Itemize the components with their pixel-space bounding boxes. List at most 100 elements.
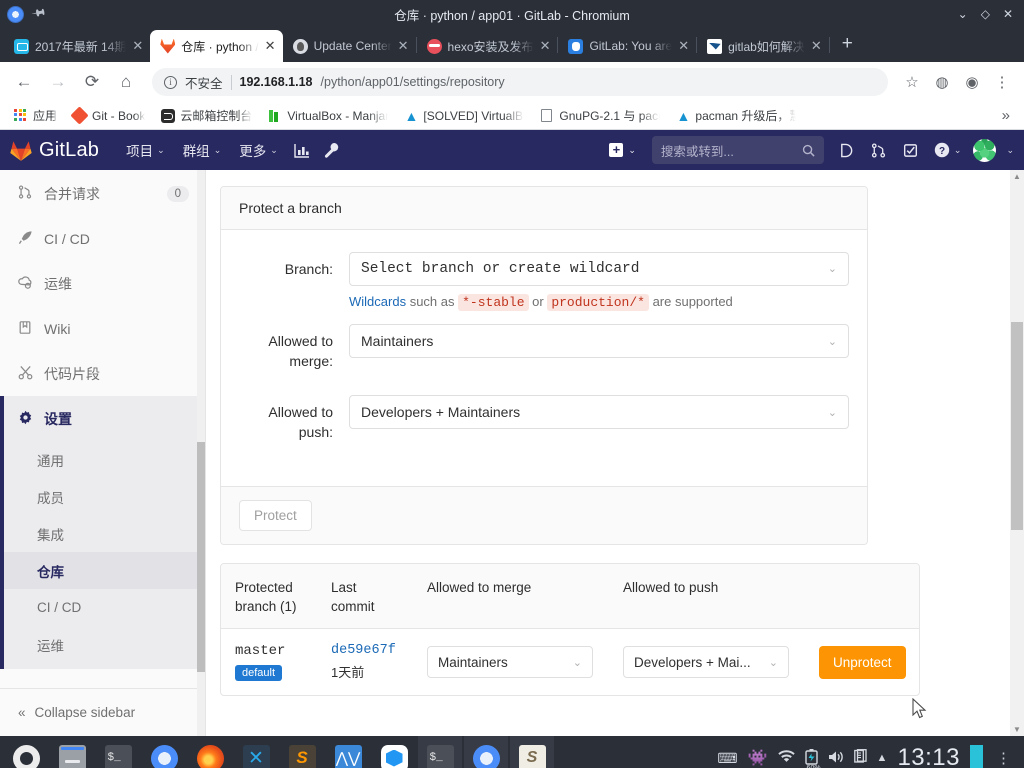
new-tab-button[interactable]: + [830, 33, 865, 58]
site-info-icon[interactable]: i [164, 75, 177, 89]
bookmark-apps[interactable]: 应用 [8, 105, 63, 126]
bookmark-item[interactable]: ▲ [SOLVED] VirtualBo [398, 107, 530, 125]
maximize-button[interactable]: ◇ [981, 8, 990, 20]
sidebar-item-wiki[interactable]: Wiki [0, 306, 205, 351]
pin-icon[interactable]: 🖈 [27, 2, 49, 27]
collapse-sidebar-button[interactable]: « Collapse sidebar [0, 688, 205, 736]
taskbar-chromium[interactable] [142, 736, 186, 768]
tab-close-icon[interactable]: ✕ [811, 38, 822, 54]
tab-close-icon[interactable]: ✕ [132, 38, 143, 54]
home-button[interactable]: ⌂ [112, 68, 140, 96]
gitlab-home-link[interactable]: GitLab [10, 139, 99, 162]
bookmark-item[interactable]: 云邮箱控制台 [155, 105, 258, 126]
bookmarks-overflow-button[interactable]: » [1002, 107, 1016, 124]
allowed-to-merge-select[interactable]: Maintainers ⌄ [349, 324, 849, 358]
battery-icon[interactable]: 60% [804, 748, 821, 768]
close-button[interactable]: ✕ [1003, 8, 1013, 20]
taskbar-sublime[interactable]: S [280, 736, 324, 768]
keyboard-icon[interactable]: ⌨ [717, 750, 737, 767]
new-item-button[interactable]: + ⌄ [601, 143, 644, 157]
unprotect-button[interactable]: Unprotect [819, 645, 906, 679]
commit-sha-link[interactable]: de59e67f [331, 643, 427, 658]
tab-close-icon[interactable]: ✕ [540, 38, 551, 54]
taskbar-window-terminal[interactable]: $_ [418, 736, 462, 768]
taskbar-window-chromium[interactable] [464, 736, 508, 768]
help-menu[interactable]: ? ⌄ [928, 130, 966, 170]
browser-tab[interactable]: 2017年最新 14期 ✕ [4, 30, 150, 62]
ghost-icon[interactable]: 👾 [748, 748, 768, 768]
page-scrollbar-thumb[interactable] [1011, 322, 1023, 530]
tray-expand-icon[interactable]: ▲ [877, 752, 888, 764]
sidebar-item-snippets[interactable]: 代码片段 [0, 351, 205, 396]
address-bar[interactable]: i 不安全 192.168.1.18 /python/app01/setting… [152, 68, 888, 96]
extension-icon[interactable]: ◍ [930, 73, 954, 91]
user-menu[interactable]: ⌄ [967, 130, 1016, 170]
browser-tab[interactable]: Update Center ✕ [283, 30, 416, 62]
sidebar-subitem-operations[interactable]: 运维 [0, 626, 205, 663]
browser-menu-icon[interactable]: ⋮ [990, 73, 1014, 91]
sidebar-subitem-repository[interactable]: 仓库 [0, 552, 205, 589]
bookmark-item[interactable]: ▲ pacman 升级后，慧 [670, 105, 802, 126]
bookmark-item[interactable]: Git - Book [67, 105, 151, 125]
sidebar-subitem-general[interactable]: 通用 [0, 441, 205, 478]
taskbar-system-monitor[interactable]: ⋀⋁ [326, 736, 370, 768]
protect-button[interactable]: Protect [239, 500, 312, 531]
bookmark-item[interactable]: VirtualBox - Manjar [262, 107, 394, 125]
row-allowed-to-merge-select[interactable]: Maintainers ⌄ [427, 646, 593, 678]
search-input[interactable]: 搜索或转到... [651, 136, 824, 164]
sidebar-subitem-ci-cd[interactable]: CI / CD [0, 589, 205, 626]
taskbar-app-menu[interactable] [4, 736, 48, 768]
forward-button[interactable]: → [44, 68, 72, 96]
branch-select[interactable]: Select branch or create wildcard ⌄ [349, 252, 849, 286]
row-allowed-to-push-select[interactable]: Developers + Mai... ⌄ [623, 646, 789, 678]
browser-tab[interactable]: gitlab如何解决 ✕ [697, 30, 829, 62]
taskbar-terminal[interactable]: $_ [96, 736, 140, 768]
scroll-down-arrow-icon[interactable]: ▼ [1013, 725, 1021, 734]
wrench-icon[interactable] [317, 130, 347, 170]
nav-projects[interactable]: 项目 ⌄ [117, 130, 174, 170]
browser-tab-active[interactable]: 仓库 · python / ✕ [150, 30, 283, 62]
nav-projects-label: 项目 [126, 144, 154, 159]
sidebar-item-operations[interactable]: 运维 [0, 261, 205, 306]
browser-tab[interactable]: hexo安装及发布 ✕ [417, 30, 558, 62]
minimize-button[interactable]: ⌄ [958, 8, 968, 20]
protected-branches-table-header: Protected branch (1) Last commit Allowed… [221, 564, 919, 629]
sidebar-item-ci-cd[interactable]: CI / CD [0, 216, 205, 261]
sidebar-subitem-integrations[interactable]: 集成 [0, 515, 205, 552]
browser-tab[interactable]: GitLab: You are ✕ [558, 30, 696, 62]
bookmark-star-icon[interactable]: ☆ [900, 73, 924, 91]
sidebar-subitem-members[interactable]: 成员 [0, 478, 205, 515]
sidebar-item-settings[interactable]: 设置 [0, 396, 205, 441]
nav-more[interactable]: 更多 ⌄ [230, 130, 287, 170]
sidebar-item-merge-requests[interactable]: 合并请求 0 [0, 171, 205, 216]
tab-close-icon[interactable]: ✕ [265, 38, 276, 54]
todos-icon[interactable] [896, 130, 926, 170]
profile-avatar-icon[interactable]: ◉ [960, 73, 984, 91]
scroll-up-arrow-icon[interactable]: ▲ [1013, 172, 1021, 181]
taskbar-file-manager[interactable] [50, 736, 94, 768]
app-menu-icon [12, 744, 40, 768]
reload-button[interactable]: ⟳ [78, 68, 106, 96]
bookmark-item[interactable]: GnuPG-2.1 与 pacm [534, 105, 666, 126]
merge-requests-icon[interactable] [864, 130, 894, 170]
issues-icon[interactable] [832, 130, 862, 170]
tab-close-icon[interactable]: ✕ [398, 38, 409, 54]
tab-close-icon[interactable]: ✕ [678, 38, 689, 54]
clipboard-icon[interactable] [853, 749, 867, 767]
taskbar-vscode[interactable]: ✕ [234, 736, 278, 768]
workspace-indicator[interactable] [970, 745, 983, 768]
tray-menu-icon[interactable]: ⋮ [993, 751, 1014, 766]
taskbar-window-sublime[interactable]: S [510, 736, 554, 768]
nav-groups[interactable]: 群组 ⌄ [174, 130, 231, 170]
activity-chart-icon[interactable] [287, 130, 317, 170]
wildcards-link[interactable]: Wildcards [349, 294, 406, 309]
taskbar-hex-app[interactable] [372, 736, 416, 768]
allowed-to-push-select[interactable]: Developers + Maintainers ⌄ [349, 395, 849, 429]
volume-icon[interactable] [828, 750, 844, 767]
back-button[interactable]: ← [10, 68, 38, 96]
sidebar-scrollbar-thumb[interactable] [197, 442, 205, 672]
sidebar-scrollbar[interactable] [197, 170, 205, 736]
taskbar-firefox[interactable] [188, 736, 232, 768]
wifi-icon[interactable] [777, 750, 795, 766]
page-scrollbar[interactable]: ▲ ▼ [1010, 170, 1024, 736]
